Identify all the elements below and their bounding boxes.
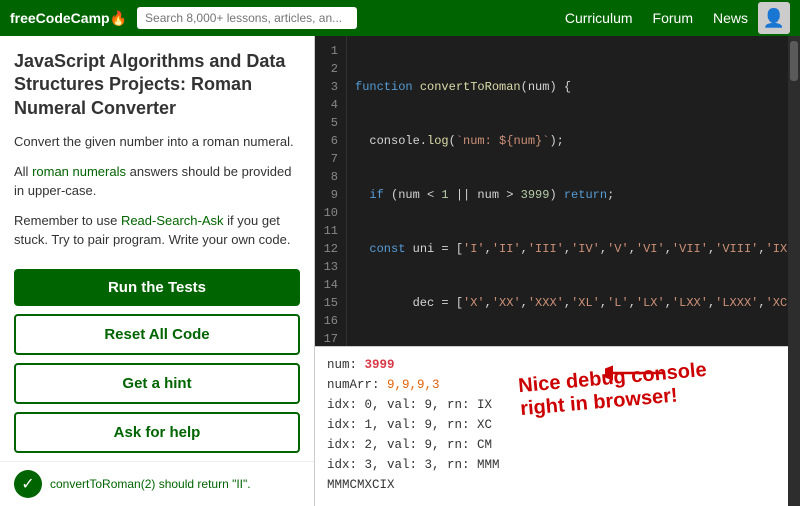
sidebar-content: JavaScript Algorithms and Data Structure…: [0, 36, 314, 261]
reset-code-button[interactable]: Reset All Code: [14, 314, 300, 355]
description-3-pre: Remember to use: [14, 213, 121, 228]
run-tests-button[interactable]: Run the Tests: [14, 269, 300, 306]
roman-numerals-link[interactable]: roman numerals: [32, 164, 126, 179]
description-3: Remember to use Read-Search-Ask if you g…: [14, 211, 300, 250]
description-1: Convert the given number into a roman nu…: [14, 132, 300, 152]
main-content: JavaScript Algorithms and Data Structure…: [0, 36, 800, 506]
logo[interactable]: freeCodeCamp🔥: [10, 10, 127, 27]
code-editor[interactable]: 12345 678910 1112131415 1617181920 2122 …: [315, 36, 788, 346]
code-text[interactable]: function convertToRoman(num) { console.l…: [347, 36, 788, 346]
scrollbar-thumb[interactable]: [790, 41, 798, 81]
console-line-5: idx: 2, val: 9, rn: CM: [327, 435, 776, 455]
test-result: ✓ convertToRoman(2) should return "II".: [0, 461, 314, 506]
main-nav: Curriculum Forum News: [565, 10, 748, 26]
action-buttons: Run the Tests Reset All Code Get a hint …: [0, 261, 314, 461]
nav-curriculum[interactable]: Curriculum: [565, 10, 633, 26]
test-result-text: convertToRoman(2) should return "II".: [50, 477, 251, 491]
editor-area: 12345 678910 1112131415 1617181920 2122 …: [315, 36, 800, 506]
challenge-title: JavaScript Algorithms and Data Structure…: [14, 50, 300, 120]
console-panel: num: 3999 numArr: 9,9,9,3 idx: 0: [315, 346, 788, 506]
search-input[interactable]: [137, 7, 357, 29]
ask-help-button[interactable]: Ask for help: [14, 412, 300, 453]
read-search-ask-link[interactable]: Read-Search-Ask: [121, 213, 224, 228]
description-2: All roman numerals answers should be pro…: [14, 162, 300, 201]
avatar[interactable]: 👤: [758, 2, 790, 34]
logo-text: freeCodeCamp: [10, 10, 110, 26]
get-hint-button[interactable]: Get a hint: [14, 363, 300, 404]
console-line-7: MMMCMXCIX: [327, 475, 776, 495]
line-numbers: 12345 678910 1112131415 1617181920 2122: [315, 36, 347, 346]
sidebar: JavaScript Algorithms and Data Structure…: [0, 36, 315, 506]
flame-icon: 🔥: [110, 10, 127, 26]
console-line-6: idx: 3, val: 3, rn: MMM: [327, 455, 776, 475]
header: freeCodeCamp🔥 Curriculum Forum News 👤: [0, 0, 800, 36]
console-output: num: 3999 numArr: 9,9,9,3 idx: 0: [315, 347, 788, 503]
editor-scrollbar[interactable]: [788, 36, 800, 506]
nav-news[interactable]: News: [713, 10, 748, 26]
description-2-pre: All: [14, 164, 32, 179]
nav-forum[interactable]: Forum: [653, 10, 693, 26]
check-icon: ✓: [14, 470, 42, 498]
